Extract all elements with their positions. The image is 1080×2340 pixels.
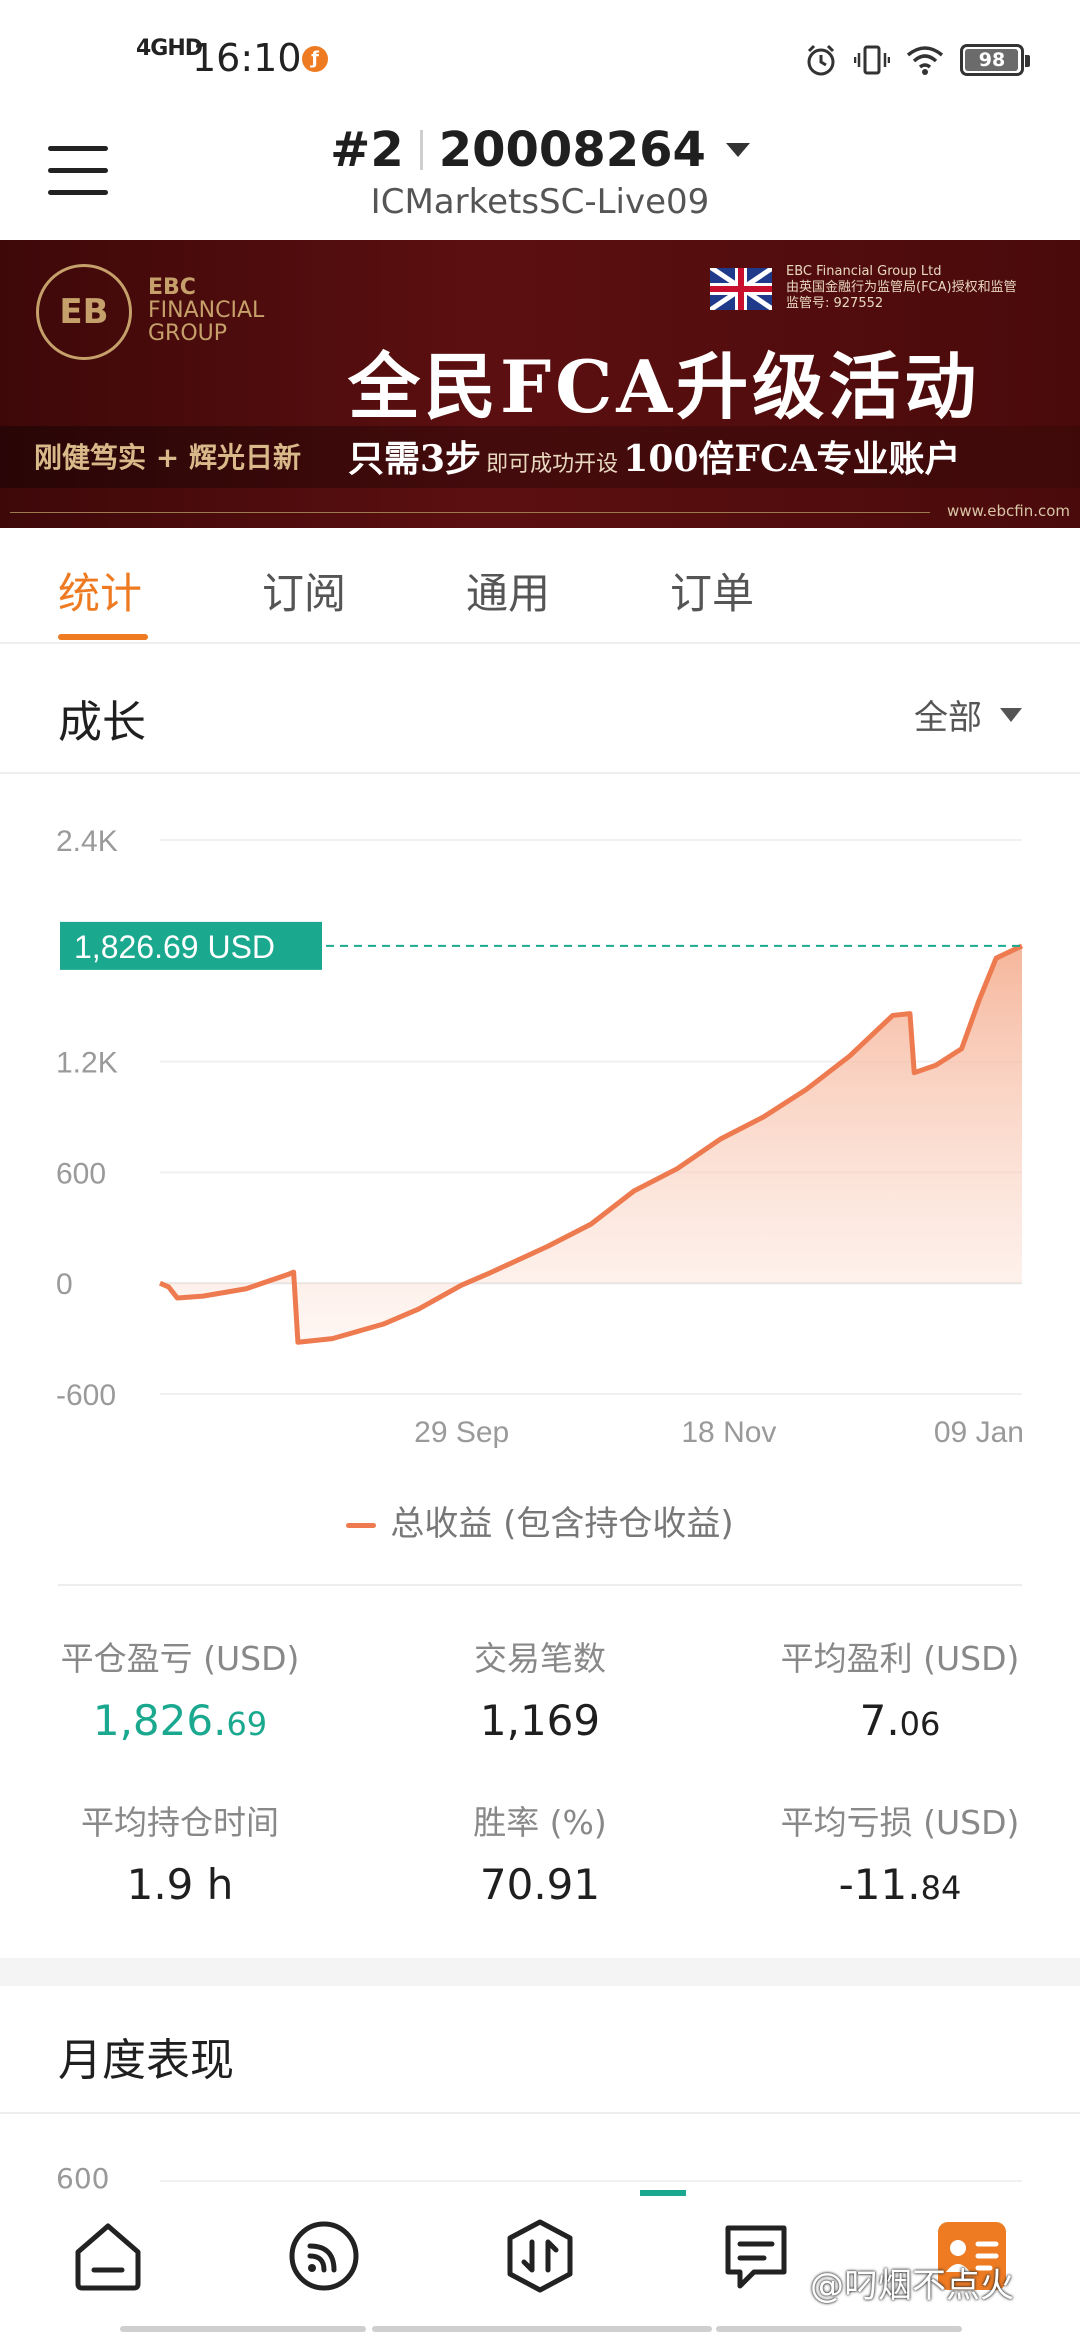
stat-label: 交易笔数	[474, 1639, 606, 1678]
home-icon[interactable]	[68, 2216, 148, 2296]
stat-value: 1,169	[479, 1696, 601, 1745]
orders-icon[interactable]	[716, 2216, 796, 2296]
x-tick-label: 29 Sep	[414, 1416, 509, 1449]
stat-value: 1,826.69	[92, 1696, 268, 1745]
status-icons: 98	[804, 40, 1030, 80]
period-filter[interactable]: 全部	[914, 690, 1022, 739]
chevron-down-icon	[725, 143, 750, 157]
banner-url: www.ebcfin.com	[947, 502, 1070, 520]
battery-icon: 98	[960, 44, 1030, 76]
x-tick-label: 09 Jan	[934, 1416, 1024, 1449]
y-tick-label: 0	[56, 1268, 73, 1301]
stat-label: 平均亏损 (USD)	[780, 1803, 1020, 1842]
y-tick-label: 2.4K	[56, 825, 118, 858]
stat-value: 7.06	[859, 1696, 941, 1745]
growth-title: 成长	[58, 697, 146, 748]
stat-avg-loss: 平均亏损 (USD) -11.84	[720, 1796, 1080, 1909]
ad-banner[interactable]: EB EBC FINANCIAL GROUP EBC Financial Gro…	[0, 240, 1080, 528]
divider	[419, 130, 423, 170]
series-area	[160, 945, 1022, 1343]
filter-label: 全部	[914, 698, 982, 738]
chart-legend: 总收益 (包含持仓收益)	[0, 1496, 1080, 1545]
account-number: #2	[330, 122, 404, 178]
y-tick-label: -600	[56, 1379, 116, 1412]
tab-orders[interactable]: 订单	[670, 560, 754, 621]
vibrate-icon	[854, 45, 890, 75]
x-tick-label: 18 Nov	[681, 1416, 776, 1449]
gesture-bar	[0, 2326, 1080, 2334]
watermark: @叼烟不点火	[810, 2266, 1014, 2306]
clock: 16:10	[192, 36, 302, 80]
monthly-gridline	[160, 2180, 1022, 2182]
account-id: 20008264	[438, 122, 706, 178]
stat-win-rate: 胜率 (%) 70.91	[360, 1796, 720, 1909]
stat-value: 1.9 h	[126, 1860, 234, 1909]
wifi-icon	[906, 46, 944, 75]
uk-flag-icon	[710, 268, 772, 310]
stat-label: 平均持仓时间	[81, 1803, 279, 1842]
stat-value: 70.91	[479, 1860, 601, 1909]
y-tick-label: 1.2K	[56, 1047, 118, 1080]
legend-swatch	[346, 1523, 377, 1528]
ebc-logo: EB	[36, 264, 132, 360]
banner-headline: 全民FCA升级活动	[348, 344, 981, 429]
brand-name: EBC FINANCIAL GROUP	[148, 275, 265, 346]
app-notification-icon: ƒ	[302, 46, 328, 72]
legend-label: 总收益 (包含持仓收益)	[390, 1504, 734, 1544]
monthly-title: 月度表现	[58, 2035, 234, 2086]
stat-label: 胜率 (%)	[473, 1803, 607, 1842]
stat-trade-count: 交易笔数 1,169	[360, 1632, 720, 1745]
battery-level: 98	[978, 49, 1006, 71]
divider	[58, 1584, 1022, 1586]
stat-value: -11.84	[838, 1860, 962, 1909]
account-selector[interactable]: #2 20008264	[330, 122, 750, 178]
current-value-label: 1,826.69 USD	[74, 929, 275, 965]
chevron-down-icon	[1000, 707, 1022, 722]
fca-notice: EBC Financial Group Ltd 由英国金融行为监管局(FCA)授…	[786, 264, 1017, 311]
stat-label: 平均盈利 (USD)	[780, 1639, 1020, 1678]
stat-label: 平仓盈亏 (USD)	[60, 1639, 300, 1678]
server-name: ICMarketsSC-Live09	[370, 182, 710, 222]
monthly-bar	[640, 2190, 686, 2196]
section-separator	[0, 1958, 1080, 1986]
active-tab-indicator	[58, 634, 148, 640]
bottom-nav: @叼烟不点火	[0, 2198, 1080, 2340]
stat-closed-pnl: 平仓盈亏 (USD) 1,826.69	[0, 1632, 360, 1745]
status-bar: 4GHD 16:10 ƒ 98	[0, 0, 1080, 120]
trade-icon[interactable]	[500, 2216, 580, 2296]
growth-chart: 2.4K 1.2K 600 0 -600 29 Sep 18 Nov 09 Jan 1,826.…	[0, 776, 1080, 1576]
banner-offer: 只需3步 即可成功开设 100倍FCA专业账户	[348, 438, 961, 480]
stat-avg-profit: 平均盈利 (USD) 7.06	[720, 1632, 1080, 1745]
tab-general[interactable]: 通用	[466, 560, 550, 621]
alarm-icon	[807, 44, 835, 76]
tab-bar: 统计 订阅 通用 订单	[0, 528, 1080, 644]
growth-chart-svg: 2.4K 1.2K 600 0 -600 29 Sep 18 Nov 09 Jan 1,826.…	[56, 825, 1024, 1449]
tab-statistics[interactable]: 统计	[58, 560, 142, 621]
divider	[0, 2112, 1080, 2114]
monthly-y-tick: 600	[56, 2162, 110, 2195]
banner-slogan: 刚健笃实 + 辉光日新	[34, 441, 301, 474]
app-header: #2 20008264 ICMarketsSC-Live09	[0, 120, 1080, 240]
tab-subscribe[interactable]: 订阅	[262, 560, 346, 621]
y-tick-label: 600	[56, 1157, 106, 1190]
stat-avg-holding-time: 平均持仓时间 1.9 h	[0, 1796, 360, 1909]
feed-icon[interactable]	[284, 2216, 364, 2296]
growth-header: 成长 全部	[0, 646, 1080, 774]
